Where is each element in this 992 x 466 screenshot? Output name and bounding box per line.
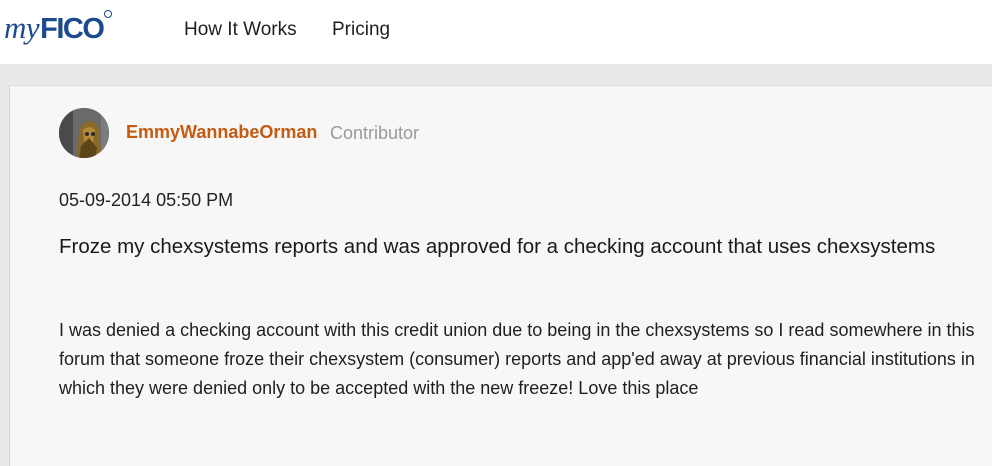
author-name-link[interactable]: EmmyWannabeOrman bbox=[126, 122, 317, 143]
registered-mark-icon bbox=[104, 10, 113, 18]
post-subject: Froze my chexsystems reports and was app… bbox=[59, 235, 936, 258]
user-avatar-icon bbox=[59, 108, 109, 158]
top-navigation-bar: my FICO How It Works Pricing bbox=[0, 0, 992, 64]
nav-how-it-works-link[interactable]: How It Works bbox=[184, 19, 297, 41]
author-rank-label: Contributor bbox=[330, 123, 420, 143]
author-avatar[interactable] bbox=[59, 108, 109, 158]
nav-pricing-link[interactable]: Pricing bbox=[332, 19, 390, 41]
post-date: 05-09-2014 05:50 PM bbox=[59, 190, 234, 210]
post-body: I was denied a checking account with thi… bbox=[59, 320, 975, 398]
myfico-logo[interactable]: my FICO bbox=[4, 10, 113, 50]
logo-brand: FICO bbox=[40, 13, 105, 45]
logo-prefix: my bbox=[4, 10, 40, 45]
